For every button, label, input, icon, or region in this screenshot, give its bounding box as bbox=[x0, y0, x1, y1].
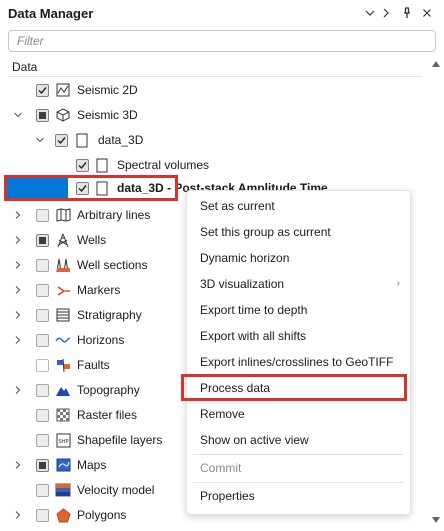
velocity-model-checkbox[interactable] bbox=[36, 484, 49, 497]
tree-item-label: Shapefile layers bbox=[77, 433, 163, 447]
shapefile-icon: SHP bbox=[55, 432, 71, 448]
data-column-label: Data bbox=[12, 60, 38, 74]
submenu-arrow-icon: › bbox=[396, 278, 400, 289]
menu-item-dynamic-horizon[interactable]: Dynamic horizon bbox=[187, 245, 410, 271]
scroll-up-icon[interactable] bbox=[432, 60, 440, 68]
chevron-right-icon[interactable] bbox=[12, 234, 24, 246]
menu-item-set-group-current[interactable]: Set this group as current bbox=[187, 219, 410, 245]
polygon-icon bbox=[55, 507, 71, 523]
tree-item-data-3d[interactable]: data_3D bbox=[0, 128, 440, 153]
chevron-down-icon[interactable] bbox=[12, 109, 24, 121]
tree-item-label: Faults bbox=[77, 358, 110, 372]
tree-item-label: Raster files bbox=[77, 408, 138, 422]
stratigraphy-checkbox[interactable] bbox=[36, 309, 49, 322]
map-book-icon bbox=[55, 207, 71, 223]
menu-item-export-geotiff[interactable]: Export inlines/crosslines to GeoTIFF bbox=[187, 349, 410, 375]
pin-icon[interactable] bbox=[398, 4, 416, 22]
chevron-down-icon[interactable] bbox=[34, 134, 46, 146]
fault-icon bbox=[55, 357, 71, 373]
chevron-right-icon[interactable] bbox=[377, 4, 395, 22]
cube-icon bbox=[55, 107, 71, 123]
wells-checkbox[interactable] bbox=[36, 234, 49, 247]
document-icon bbox=[74, 132, 90, 148]
process-data-highlight-box bbox=[181, 374, 407, 401]
chevron-right-icon[interactable] bbox=[12, 284, 24, 296]
tree-item-label: Maps bbox=[77, 458, 107, 472]
map-icon bbox=[55, 457, 71, 473]
spectral-volumes-checkbox[interactable] bbox=[76, 159, 89, 172]
chevron-right-icon[interactable] bbox=[12, 209, 24, 221]
data-manager-panel: Data Manager Data Seismic 2D bbox=[0, 0, 444, 531]
menu-item-remove[interactable]: Remove bbox=[187, 401, 410, 427]
tree-item-label: Seismic 2D bbox=[77, 83, 138, 97]
panel-header: Data Manager bbox=[0, 0, 444, 28]
menu-item-3d-visualization[interactable]: 3D visualization › bbox=[187, 271, 410, 297]
tree-item-label: Stratigraphy bbox=[77, 308, 142, 322]
tree-item-seismic-2d[interactable]: Seismic 2D bbox=[0, 78, 440, 103]
tree-item-label: Topography bbox=[77, 383, 140, 397]
tree-item-label: Velocity model bbox=[77, 483, 155, 497]
chevron-right-icon[interactable] bbox=[12, 509, 24, 521]
seismic-2d-icon bbox=[55, 82, 71, 98]
filter-field[interactable] bbox=[8, 30, 436, 52]
tree-item-label: Seismic 3D bbox=[77, 108, 138, 122]
seismic-2d-checkbox[interactable] bbox=[36, 84, 49, 97]
marker-icon bbox=[55, 282, 71, 298]
menu-item-export-all-shifts[interactable]: Export with all shifts bbox=[187, 323, 410, 349]
svg-text:SHP: SHP bbox=[58, 439, 68, 445]
tree-item-label: Polygons bbox=[77, 508, 127, 522]
chevron-right-icon[interactable] bbox=[12, 384, 24, 396]
well-sections-checkbox[interactable] bbox=[36, 259, 49, 272]
chevron-right-icon[interactable] bbox=[12, 259, 24, 271]
tree-item-label: Horizons bbox=[77, 333, 125, 347]
maps-checkbox[interactable] bbox=[36, 459, 49, 472]
tree-item-label: Well sections bbox=[77, 258, 148, 272]
filter-input[interactable] bbox=[9, 31, 435, 51]
raster-grid-icon bbox=[55, 407, 71, 423]
menu-item-export-time-depth[interactable]: Export time to depth bbox=[187, 297, 410, 323]
polygons-checkbox[interactable] bbox=[36, 509, 49, 522]
oil-derrick-icon bbox=[55, 232, 71, 248]
chevron-right-icon[interactable] bbox=[12, 309, 24, 321]
document-icon bbox=[94, 157, 110, 173]
menu-item-set-as-current[interactable]: Set as current bbox=[187, 193, 410, 219]
raster-files-checkbox[interactable] bbox=[36, 409, 49, 422]
chevron-right-icon[interactable] bbox=[12, 334, 24, 346]
velocity-model-icon bbox=[55, 482, 71, 498]
horizon-wave-icon bbox=[55, 332, 71, 348]
arbitrary-lines-checkbox[interactable] bbox=[36, 209, 49, 222]
menu-item-show-active-view[interactable]: Show on active view bbox=[187, 427, 410, 453]
shapefile-layers-checkbox[interactable] bbox=[36, 434, 49, 447]
tree-scrollbar[interactable] bbox=[430, 58, 442, 526]
close-icon[interactable] bbox=[418, 4, 436, 22]
data-column-header[interactable]: Data bbox=[8, 58, 422, 77]
markers-checkbox[interactable] bbox=[36, 284, 49, 297]
tree-item-label: Markers bbox=[77, 283, 121, 297]
menu-item-commit: Commit bbox=[200, 461, 242, 475]
tree-item-seismic-3d[interactable]: Seismic 3D bbox=[0, 103, 440, 128]
well-section-icon bbox=[55, 257, 71, 273]
stratigraphy-icon bbox=[55, 307, 71, 323]
tree-item-label: Arbitrary lines bbox=[77, 208, 151, 222]
horizons-checkbox[interactable] bbox=[36, 334, 49, 347]
context-menu: Set as current Set this group as current… bbox=[186, 190, 411, 515]
seismic-3d-checkbox[interactable] bbox=[36, 109, 49, 122]
tree-item-label: Wells bbox=[77, 233, 107, 247]
faults-checkbox[interactable] bbox=[36, 359, 49, 372]
selected-row-highlight-box bbox=[4, 175, 178, 201]
panel-title: Data Manager bbox=[8, 6, 94, 21]
topography-checkbox[interactable] bbox=[36, 384, 49, 397]
menu-item-properties[interactable]: Properties bbox=[187, 483, 410, 509]
scroll-down-icon[interactable] bbox=[432, 516, 440, 524]
chevron-right-icon[interactable] bbox=[12, 459, 24, 471]
tree-item-label: Spectral volumes bbox=[117, 158, 210, 172]
mountain-icon bbox=[55, 382, 71, 398]
tree-item-label: data_3D bbox=[98, 133, 144, 147]
data-3d-checkbox[interactable] bbox=[55, 134, 68, 147]
